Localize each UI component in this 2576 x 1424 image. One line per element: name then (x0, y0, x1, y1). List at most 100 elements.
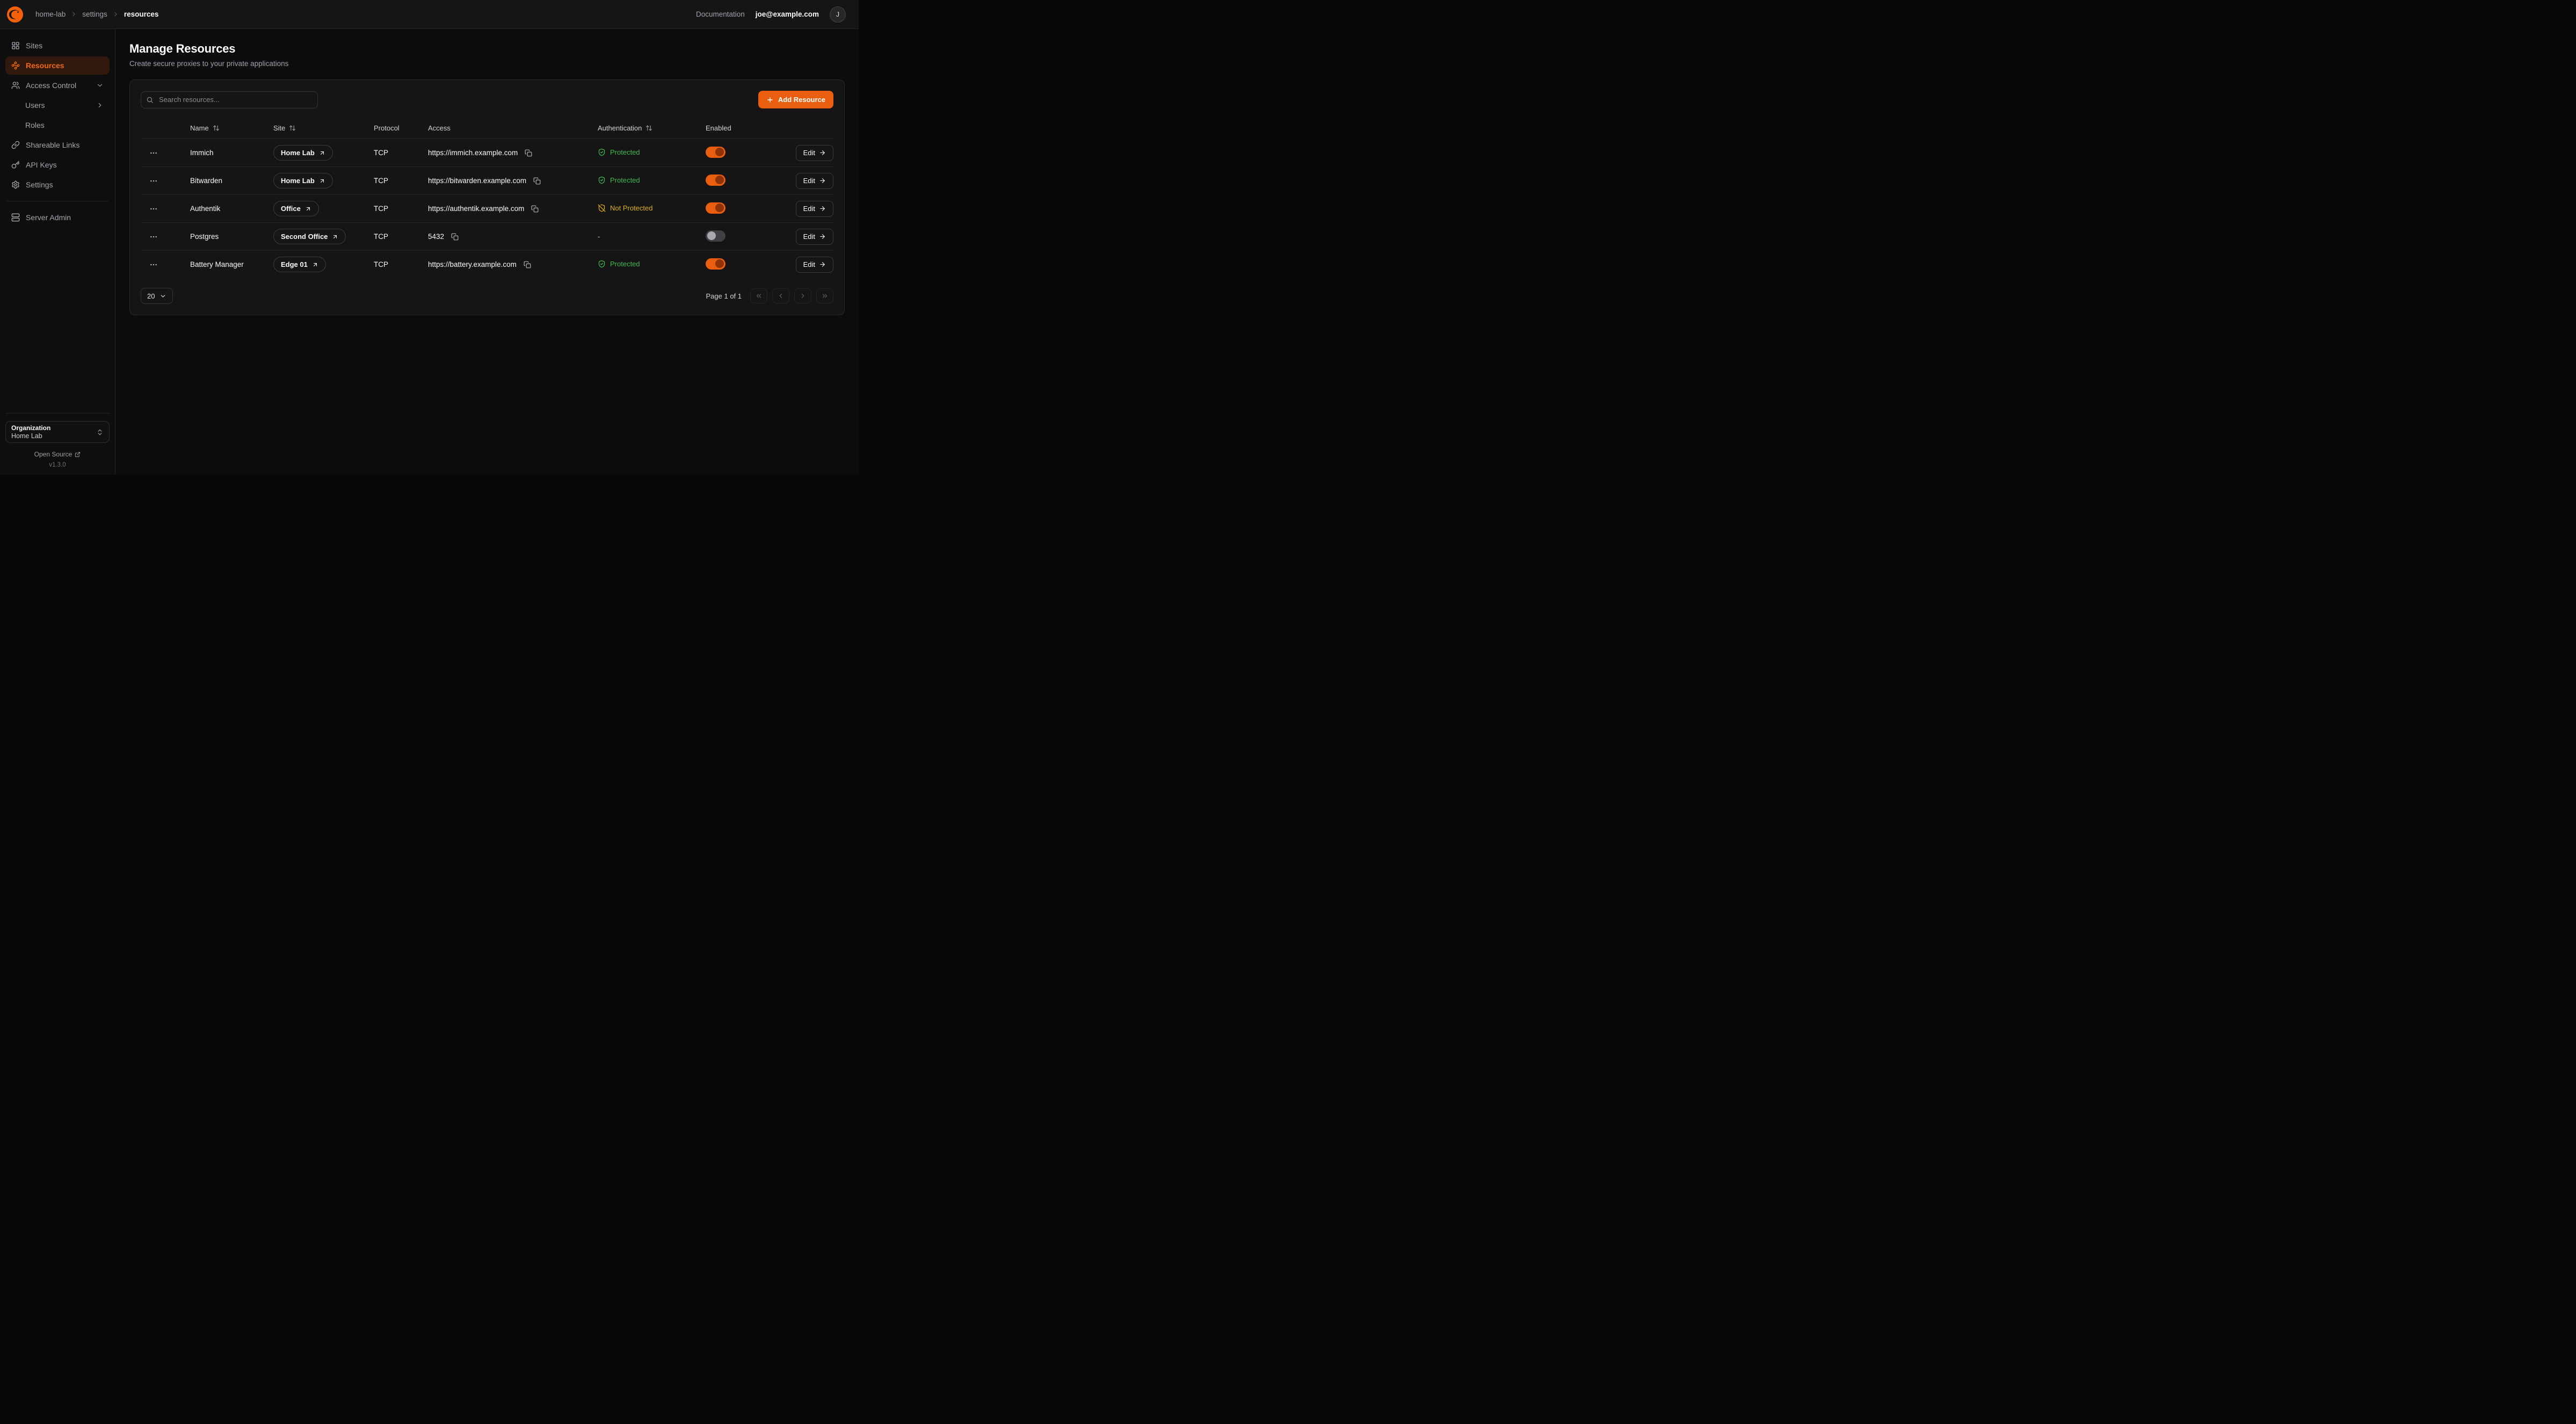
resource-protocol: TCP (374, 205, 428, 213)
copy-icon (533, 177, 541, 185)
sidebar-item-sites[interactable]: Sites (5, 37, 110, 55)
site-link[interactable]: Edge 01 (273, 257, 326, 272)
site-name: Home Lab (281, 177, 315, 185)
auth-status: Not Protected (598, 204, 653, 212)
auth-status: Protected (598, 176, 640, 184)
link-icon (11, 141, 20, 149)
chevron-right-icon (112, 11, 119, 18)
table-header: Name Site Protocol Access Authentication… (141, 117, 833, 139)
sort-icon[interactable] (213, 125, 220, 132)
sidebar-item-shareable-links[interactable]: Shareable Links (5, 136, 110, 154)
row-actions-button[interactable] (144, 202, 163, 216)
resource-name: Postgres (190, 233, 273, 241)
previous-page-button[interactable] (772, 288, 789, 303)
resource-access-url: https://authentik.example.com (428, 205, 524, 213)
sidebar-item-access-control[interactable]: Access Control (5, 76, 110, 95)
resource-protocol: TCP (374, 177, 428, 185)
organization-selector[interactable]: Organization Home Lab (5, 421, 110, 443)
enabled-toggle[interactable] (706, 202, 725, 214)
enabled-toggle[interactable] (706, 175, 725, 186)
sidebar-item-roles[interactable]: Roles (5, 116, 110, 134)
breadcrumb-resources[interactable]: resources (124, 10, 159, 18)
edit-button[interactable]: Edit (796, 173, 833, 189)
arrow-right-icon (819, 177, 826, 184)
sidebar-item-users[interactable]: Users (5, 96, 110, 114)
site-link[interactable]: Second Office (273, 229, 346, 244)
site-name: Office (281, 205, 301, 213)
avatar[interactable]: J (830, 6, 846, 23)
resources-panel: Add Resource Name Site Protocol Acce (129, 79, 845, 315)
copy-button[interactable] (530, 204, 540, 214)
sort-icon[interactable] (645, 125, 652, 132)
edit-button[interactable]: Edit (796, 201, 833, 217)
edit-label: Edit (803, 177, 815, 185)
th-authentication[interactable]: Authentication (598, 124, 706, 132)
site-link[interactable]: Home Lab (273, 145, 333, 161)
th-site[interactable]: Site (273, 124, 374, 132)
user-email[interactable]: joe@example.com (756, 10, 819, 18)
add-resource-button[interactable]: Add Resource (758, 91, 833, 108)
next-page-button[interactable] (794, 288, 811, 303)
app-window: home-lab settings resources Documentatio… (0, 0, 859, 475)
chevrons-up-down-icon (96, 428, 104, 436)
auth-status: Protected (598, 148, 640, 156)
breadcrumb-org[interactable]: home-lab (35, 10, 66, 18)
resource-protocol: TCP (374, 149, 428, 157)
th-name[interactable]: Name (190, 124, 273, 132)
sidebar-item-api-keys[interactable]: API Keys (5, 156, 110, 174)
app-logo-icon[interactable] (6, 6, 24, 23)
site-name: Second Office (281, 233, 328, 241)
copy-button[interactable] (524, 148, 533, 158)
enabled-toggle[interactable] (706, 258, 725, 270)
sidebar-item-label: Settings (26, 180, 53, 189)
ellipsis-icon (149, 177, 158, 185)
first-page-button[interactable] (750, 288, 767, 303)
row-actions-button[interactable] (144, 174, 163, 188)
copy-button[interactable] (523, 260, 532, 270)
arrow-up-right-icon (312, 261, 318, 268)
row-actions-button[interactable] (144, 230, 163, 244)
documentation-link[interactable]: Documentation (696, 10, 745, 18)
last-page-button[interactable] (816, 288, 833, 303)
sidebar-item-resources[interactable]: Resources (5, 56, 110, 75)
th-protocol-label: Protocol (374, 124, 400, 132)
edit-button[interactable]: Edit (796, 145, 833, 161)
edit-button[interactable]: Edit (796, 229, 833, 245)
chevron-right-icon (70, 11, 77, 18)
site-link[interactable]: Office (273, 201, 319, 216)
waypoints-icon (11, 61, 20, 70)
row-actions-button[interactable] (144, 146, 163, 160)
sidebar-item-label: Server Admin (26, 213, 71, 222)
breadcrumb-settings[interactable]: settings (82, 10, 107, 18)
edit-button[interactable]: Edit (796, 257, 833, 273)
search-icon (146, 96, 154, 104)
enabled-toggle[interactable] (706, 147, 725, 158)
enabled-toggle[interactable] (706, 230, 725, 242)
add-resource-label: Add Resource (778, 96, 825, 104)
arrow-right-icon (819, 233, 826, 240)
open-source-link[interactable]: Open Source (34, 451, 81, 458)
sidebar-item-server-admin[interactable]: Server Admin (5, 208, 110, 227)
arrow-up-right-icon (319, 178, 325, 184)
organization-label: Organization (11, 424, 50, 432)
arrow-up-right-icon (332, 234, 338, 240)
resource-access-url: https://bitwarden.example.com (428, 177, 526, 185)
resource-name: Authentik (190, 205, 273, 213)
th-access: Access (428, 124, 598, 132)
arrow-up-right-icon (305, 206, 311, 212)
top-bar: home-lab settings resources Documentatio… (0, 0, 859, 29)
sidebar-item-settings[interactable]: Settings (5, 176, 110, 194)
row-actions-button[interactable] (144, 258, 163, 272)
sidebar-nav: Sites Resources Access Control Users (5, 37, 110, 227)
copy-button[interactable] (450, 232, 460, 242)
auth-status: Protected (598, 260, 640, 268)
th-enabled-label: Enabled (706, 124, 731, 132)
page-size-select[interactable]: 20 (141, 288, 173, 304)
table-row: Authentik Office TCP https://authentik.e… (141, 194, 833, 222)
copy-button[interactable] (532, 176, 542, 186)
sort-icon[interactable] (289, 125, 296, 132)
page-subtitle: Create secure proxies to your private ap… (129, 60, 845, 68)
resource-access-url: https://immich.example.com (428, 149, 518, 157)
search-input[interactable] (141, 91, 318, 108)
site-link[interactable]: Home Lab (273, 173, 333, 188)
